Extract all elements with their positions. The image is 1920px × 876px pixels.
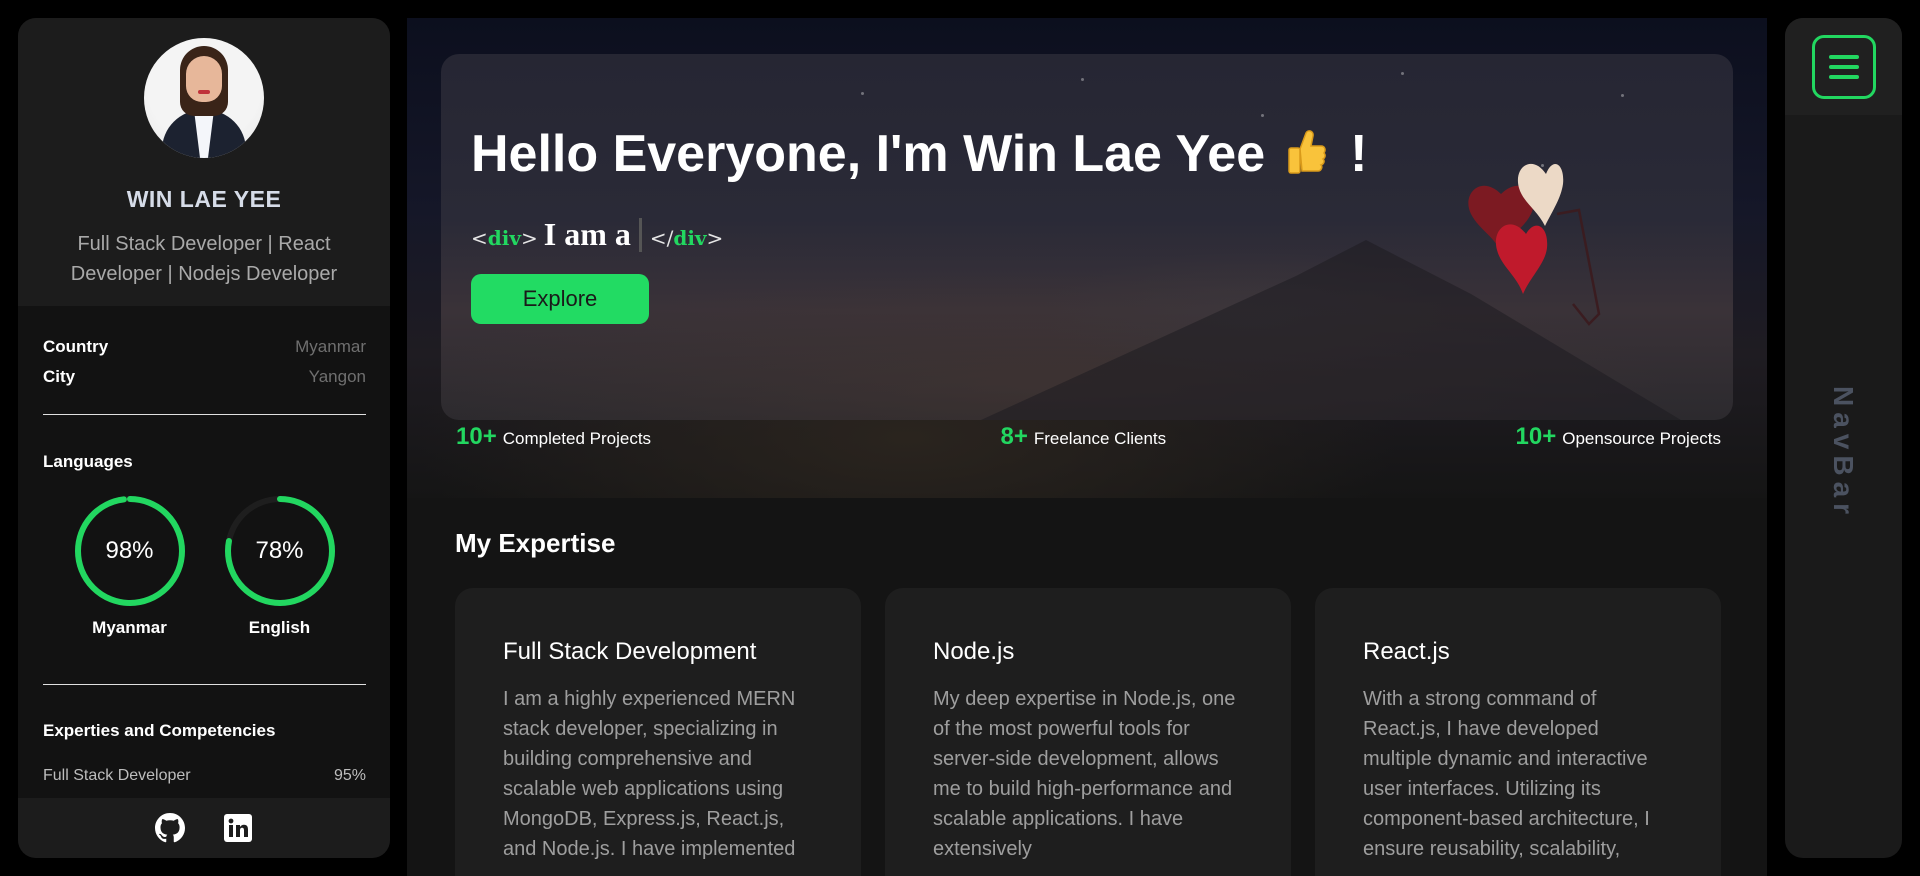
main-content: Hello Everyone, I'm Win Lae Yee ! <div> … bbox=[407, 18, 1767, 876]
typing-caret bbox=[638, 217, 642, 252]
card-body: My deep expertise in Node.js, one of the… bbox=[933, 688, 1236, 860]
stat-number: 10+ bbox=[456, 423, 497, 450]
navbar-header bbox=[1785, 18, 1902, 115]
stat-label: Freelance Clients bbox=[1033, 429, 1167, 448]
profile-info: Country Myanmar City Yangon bbox=[43, 306, 366, 415]
stat-number: 10+ bbox=[1515, 423, 1557, 450]
linkedin-icon[interactable] bbox=[223, 813, 253, 843]
div-open-tag: <div> bbox=[471, 226, 538, 250]
skill-row: Full Stack Developer 95% bbox=[43, 767, 366, 785]
language-myanmar: 98% Myanmar bbox=[73, 494, 187, 638]
hero-greeting: Hello Everyone, I'm Win Lae Yee bbox=[471, 125, 1266, 183]
skills-title: Experties and Competencies bbox=[43, 721, 276, 740]
stat-number: 8+ bbox=[1000, 423, 1028, 450]
avatar bbox=[144, 38, 264, 158]
expertise-card: Full Stack Development I am a highly exp… bbox=[455, 588, 861, 876]
hero-banner: Hello Everyone, I'm Win Lae Yee ! <div> … bbox=[441, 54, 1733, 420]
card-title: Node.js bbox=[933, 638, 1015, 665]
hero-exclaim: ! bbox=[1350, 125, 1368, 183]
language-percent: 78% bbox=[255, 537, 304, 564]
languages-section: Languages 98% Myanmar 78% English bbox=[43, 415, 366, 685]
stat-label: Opensource Projects bbox=[1562, 429, 1721, 448]
info-row-city: City Yangon bbox=[43, 362, 366, 392]
info-value: Myanmar bbox=[295, 337, 366, 356]
info-key: Country bbox=[43, 337, 109, 356]
profile-name: WIN LAE YEE bbox=[126, 186, 282, 212]
language-english: 78% English bbox=[223, 494, 337, 638]
info-row-country: Country Myanmar bbox=[43, 332, 366, 362]
github-icon[interactable] bbox=[155, 813, 185, 843]
expertise-card: Node.js My deep expertise in Node.js, on… bbox=[885, 588, 1291, 876]
card-body: I am a highly experienced MERN stack dev… bbox=[503, 688, 796, 860]
typing-text: I am a bbox=[543, 216, 631, 252]
info-key: City bbox=[43, 367, 76, 386]
thumbs-up-icon bbox=[1286, 128, 1326, 174]
stat-completed-projects: 10+ Completed Projects bbox=[456, 423, 651, 451]
stat-opensource-projects: 10+ Opensource Projects bbox=[1516, 423, 1721, 451]
navbar-label: NavBar bbox=[1828, 385, 1859, 521]
social-links bbox=[18, 798, 390, 858]
hearts-illustration bbox=[1468, 163, 1601, 326]
skill-name: Full Stack Developer bbox=[43, 767, 191, 784]
explore-button[interactable]: Explore bbox=[471, 274, 649, 324]
profile-header: WIN LAE YEE Full Stack Developer | React… bbox=[18, 18, 390, 306]
stat-freelance-clients: 8+ Freelance Clients bbox=[1000, 423, 1166, 451]
stat-label: Completed Projects bbox=[502, 429, 652, 448]
typing-line: <div> I am a </div> bbox=[471, 216, 723, 253]
language-name: English bbox=[248, 618, 311, 637]
languages-title: Languages bbox=[43, 452, 133, 471]
hero-title: Hello Everyone, I'm Win Lae Yee ! bbox=[471, 124, 1367, 184]
expertise-title: My Expertise bbox=[455, 528, 616, 558]
navbar: NavBar bbox=[1785, 18, 1902, 858]
card-body: With a strong command of React.js, I hav… bbox=[1363, 688, 1650, 860]
expertise-card: React.js With a strong command of React.… bbox=[1315, 588, 1721, 876]
info-value: Yangon bbox=[308, 367, 366, 386]
expertise-cards: Full Stack Development I am a highly exp… bbox=[455, 588, 1721, 876]
stats-bar: 10+ Completed Projects 8+ Freelance Client… bbox=[456, 423, 1721, 451]
profile-role: Full Stack Developer | React Developer |… bbox=[70, 233, 338, 285]
skills-section: Experties and Competencies Full Stack De… bbox=[43, 685, 366, 785]
language-percent: 98% bbox=[105, 537, 154, 564]
progress-ring: 78% bbox=[223, 494, 337, 608]
progress-ring: 98% bbox=[73, 494, 187, 608]
card-title: Full Stack Development bbox=[503, 638, 757, 665]
skill-percent: 95% bbox=[333, 767, 366, 784]
language-name: Myanmar bbox=[92, 618, 167, 637]
div-close-tag: </div> bbox=[649, 226, 724, 250]
hamburger-menu-icon[interactable] bbox=[1811, 34, 1876, 99]
card-title: React.js bbox=[1363, 638, 1450, 665]
profile-sidebar: WIN LAE YEE Full Stack Developer | React… bbox=[18, 18, 390, 858]
